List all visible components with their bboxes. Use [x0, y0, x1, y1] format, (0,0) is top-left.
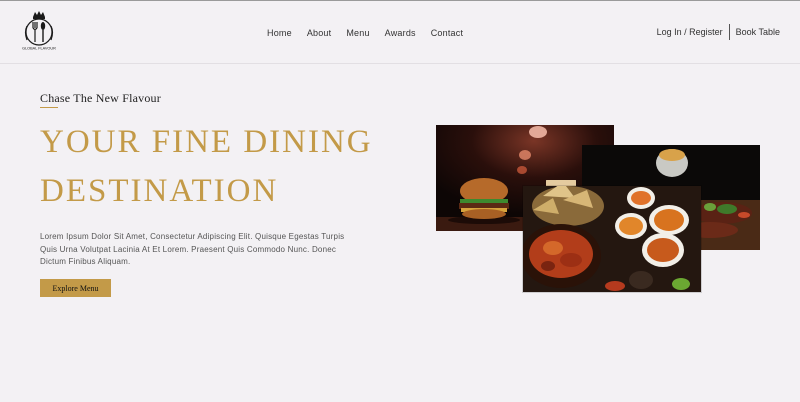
hero-title: YOUR FINE DINING DESTINATION — [40, 118, 420, 216]
hero-description: Lorem Ipsum Dolor Sit Amet, Consectetur … — [40, 232, 345, 266]
hero-title-line-2: DESTINATION — [40, 173, 279, 209]
brand-logo[interactable]: GLOBAL FLAVOUR — [18, 10, 60, 52]
explore-menu-button[interactable]: Explore Menu — [40, 279, 111, 297]
hero-eyebrow: Chase The New Flavour — [40, 91, 161, 105]
login-register-link[interactable]: Log In / Register — [657, 27, 723, 37]
nav-divider — [728, 24, 730, 40]
dishes-photo — [523, 186, 701, 292]
main-nav: Home About Menu Awards Contact — [267, 28, 463, 38]
site-header: GLOBAL FLAVOUR Home About Menu Awards Co… — [0, 1, 800, 64]
logo-text: GLOBAL FLAVOUR — [22, 47, 56, 51]
hero-title-line-1: YOUR FINE DINING — [40, 124, 373, 160]
nav-about[interactable]: About — [307, 28, 332, 38]
nav-contact[interactable]: Contact — [431, 28, 463, 38]
account-nav: Log In / Register Book Table — [657, 24, 780, 40]
nav-home[interactable]: Home — [267, 28, 292, 38]
nav-awards[interactable]: Awards — [385, 28, 416, 38]
crown-fork-spoon-icon: GLOBAL FLAVOUR — [22, 11, 56, 51]
book-table-link[interactable]: Book Table — [736, 27, 780, 37]
eyebrow-underline — [40, 107, 58, 108]
nav-menu[interactable]: Menu — [346, 28, 369, 38]
